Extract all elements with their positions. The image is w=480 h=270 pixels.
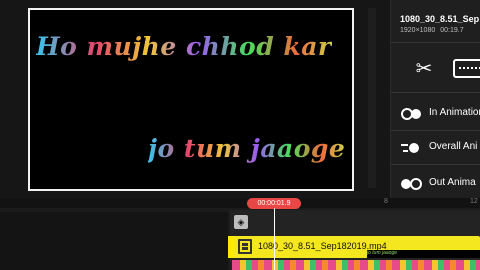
clip-thumbnail-strip: jo tum jaaoge [367, 250, 480, 258]
out-animation-icon [401, 177, 423, 191]
film-icon [238, 239, 252, 254]
transform-icon[interactable] [453, 59, 480, 78]
ruler-tick: 12 [470, 198, 478, 205]
caption-text-line2: jo tum jaaoge [148, 134, 346, 163]
overall-animation-button[interactable]: Overall Ani [391, 133, 480, 163]
panel-divider [391, 42, 480, 43]
clip-meta: 1920×1080 00:19.7 [400, 27, 464, 34]
clip-duration: 00:19.7 [440, 27, 464, 34]
out-animation-button[interactable]: Out Anima [391, 169, 480, 198]
clip-trim-handle[interactable] [228, 236, 234, 258]
panel-divider [391, 164, 480, 165]
ruler-tick: 8 [384, 198, 388, 205]
in-animation-label: In Animation [429, 107, 480, 118]
preview-scrollbar[interactable] [368, 8, 376, 188]
timeline-ruler[interactable]: 8 12 [0, 198, 480, 208]
video-preview-area[interactable]: Ho mujhe chhod kar jo tum jaaoge [0, 0, 390, 198]
clip-name: 1080_30_8.51_Sep [400, 14, 480, 24]
thumbnail-caption: jo tum jaaoge [367, 250, 398, 256]
playhead[interactable] [274, 208, 275, 270]
timeline-left-lane [0, 212, 228, 270]
out-animation-label: Out Anima [429, 177, 476, 188]
caption-text-line1: Ho mujhe chhod kar [36, 32, 332, 61]
overall-animation-label: Overall Ani [429, 141, 478, 152]
panel-divider [391, 130, 480, 131]
scissors-icon[interactable]: ✂ [409, 54, 439, 84]
overall-animation-icon [401, 141, 423, 155]
tool-row: ✂ [391, 46, 480, 91]
panel-divider [391, 92, 480, 93]
clip-properties-panel: 1080_30_8.51_Sep 1920×1080 00:19.7 ✂ In A… [390, 0, 480, 198]
paint-bucket-icon[interactable]: ◈ [234, 215, 248, 229]
in-animation-button[interactable]: In Animation [391, 99, 480, 129]
clip-resolution: 1920×1080 [400, 27, 436, 34]
overlay-clip[interactable] [232, 260, 480, 270]
effects-lane[interactable]: ◈ [232, 214, 480, 232]
video-preview-frame[interactable]: Ho mujhe chhod kar jo tum jaaoge [28, 8, 354, 191]
in-animation-icon [401, 107, 423, 121]
